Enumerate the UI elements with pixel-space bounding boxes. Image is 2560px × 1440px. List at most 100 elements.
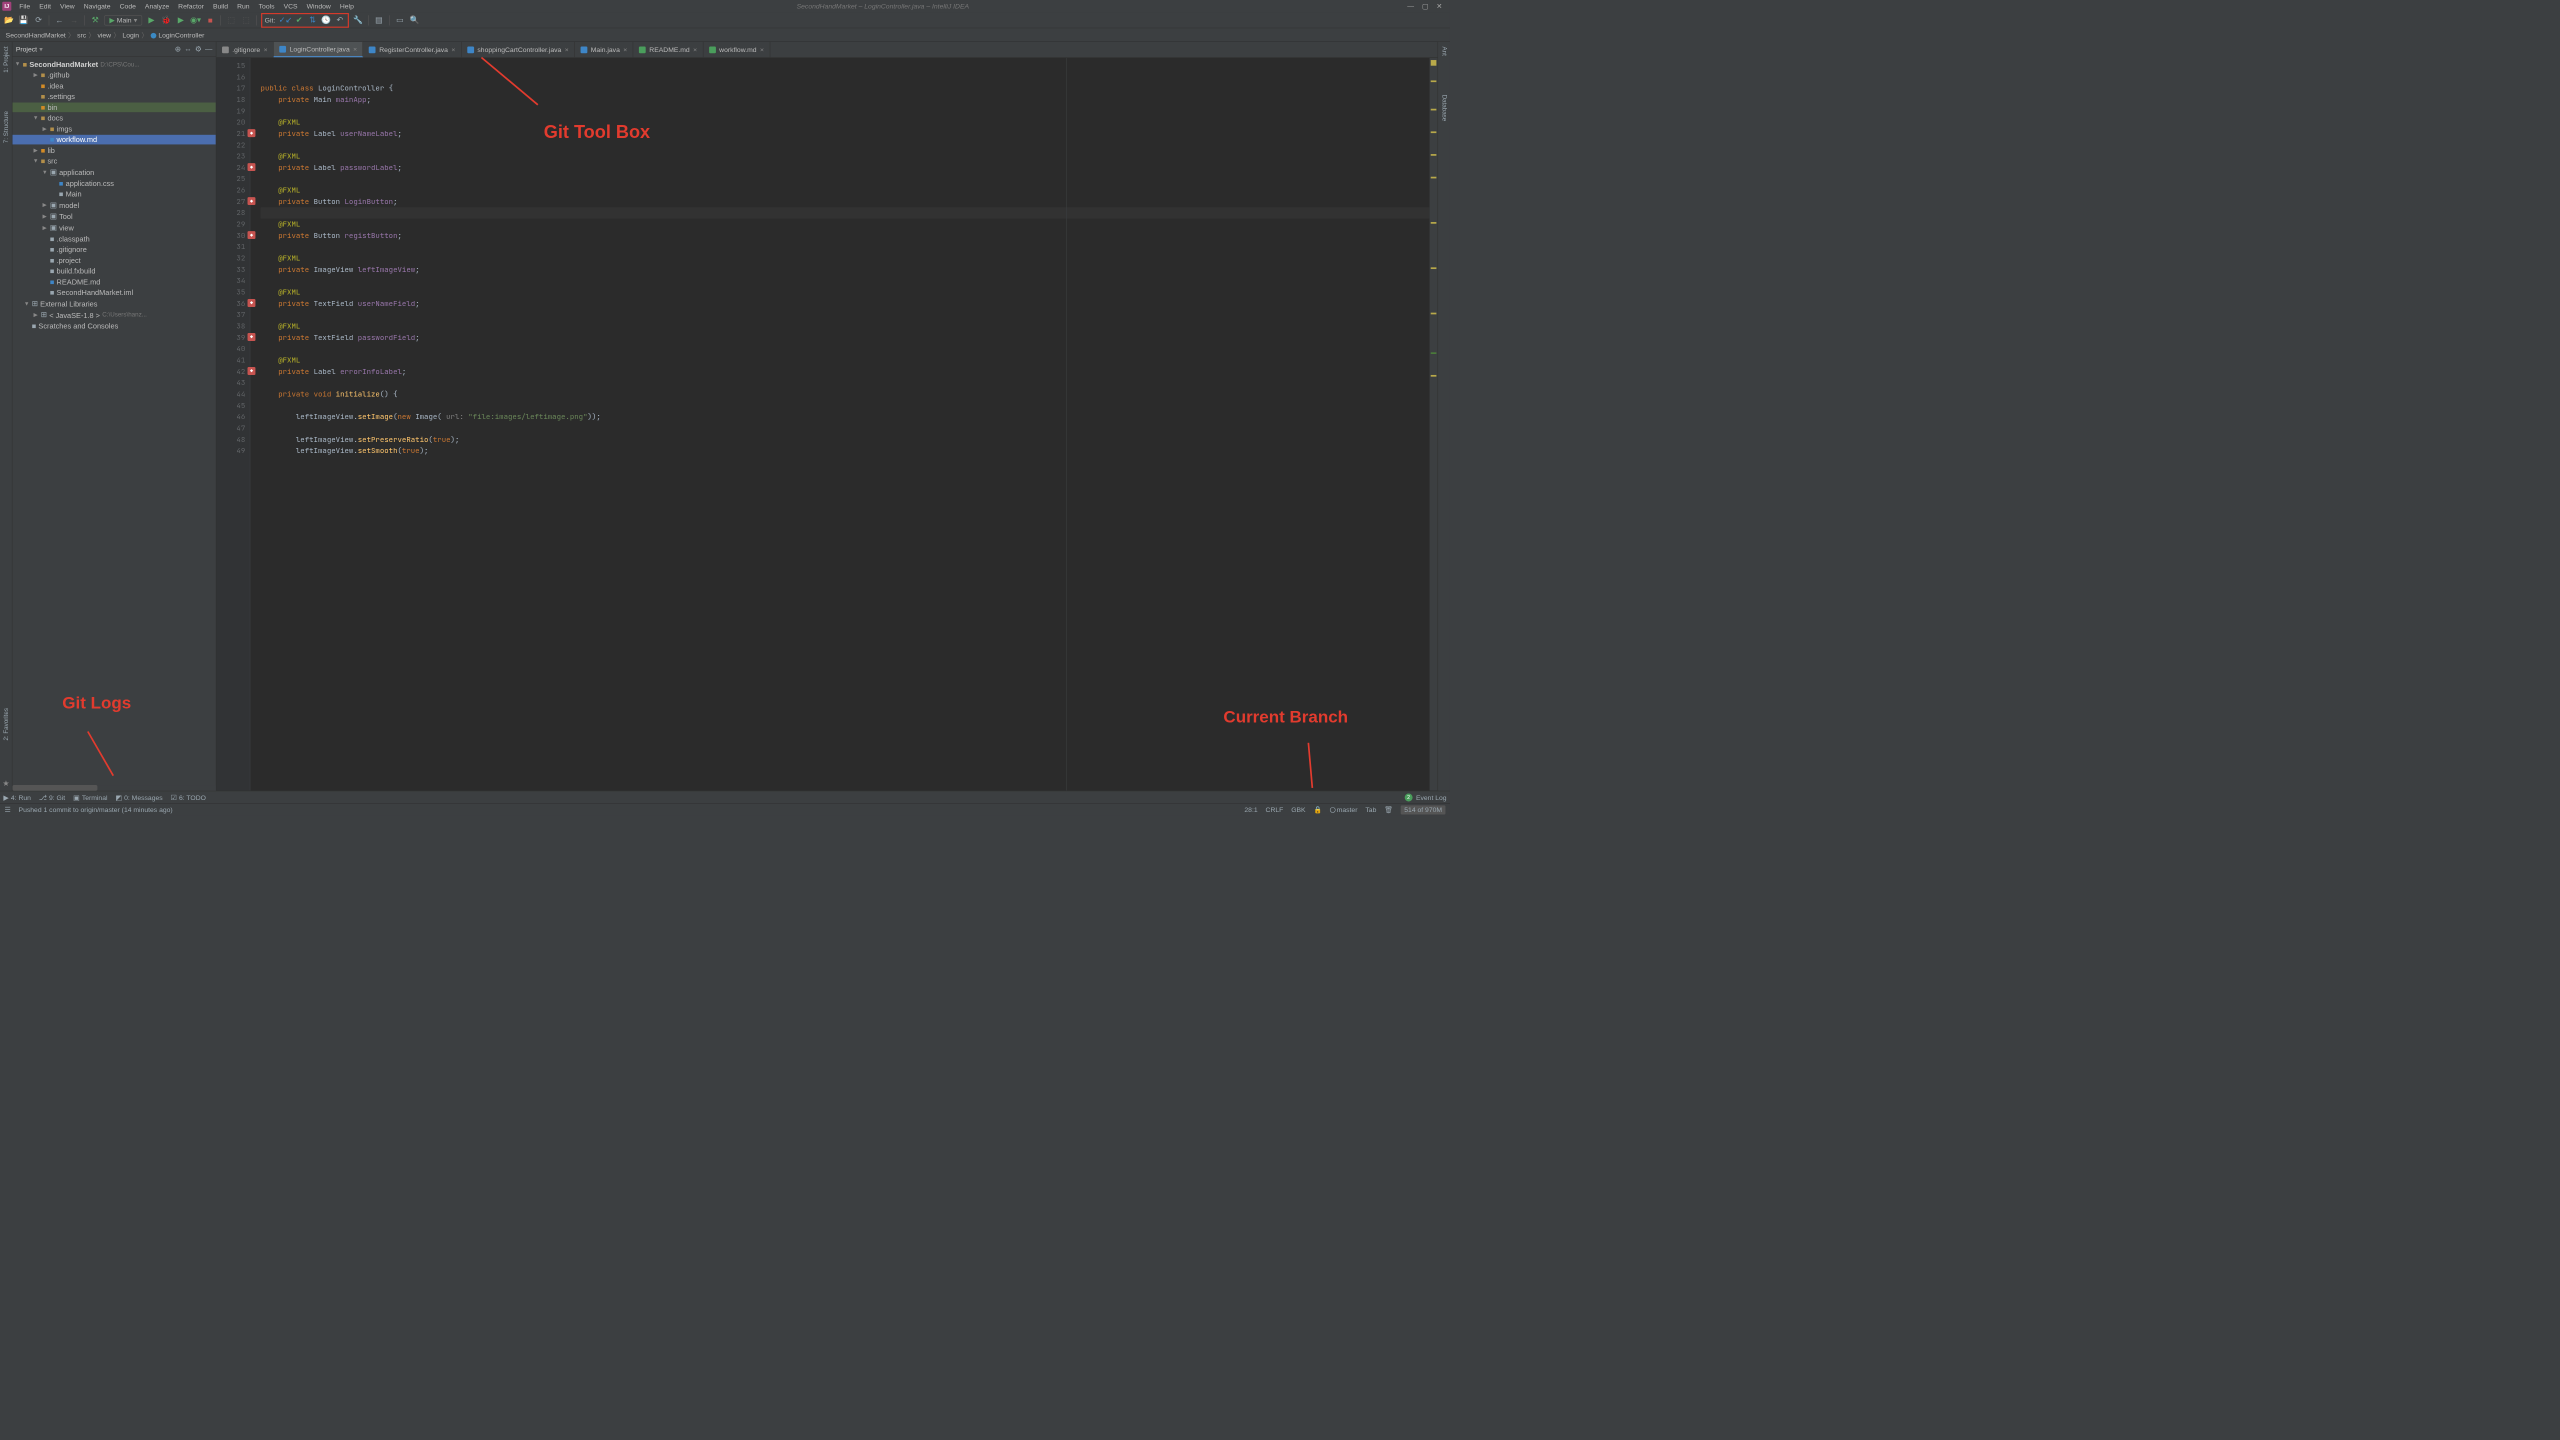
tree-item[interactable]: ▼▣application <box>12 167 215 177</box>
tree-item[interactable]: ■.classpath <box>12 234 215 244</box>
tree-item[interactable]: ■.idea <box>12 81 215 91</box>
tree-item[interactable]: ▶▣model <box>12 200 215 210</box>
close-icon[interactable]: × <box>353 45 357 53</box>
favorites-star-icon[interactable]: ★ <box>2 777 9 791</box>
back-icon[interactable]: ← <box>54 14 65 25</box>
menu-file[interactable]: File <box>15 1 35 11</box>
status-branch[interactable]: master <box>1330 806 1358 814</box>
crumb-4[interactable]: LoginController <box>148 31 207 39</box>
crumb-3[interactable]: Login <box>120 31 141 39</box>
editor-tab[interactable]: LoginController.java× <box>274 42 364 57</box>
menu-navigate[interactable]: Navigate <box>79 1 115 11</box>
layout-icon[interactable]: ▭ <box>394 14 405 25</box>
menu-help[interactable]: Help <box>335 1 358 11</box>
menu-code[interactable]: Code <box>115 1 140 11</box>
tree-item[interactable]: ■SecondHandMarket.iml <box>12 288 215 298</box>
tree-item[interactable]: ▶▣view <box>12 223 215 233</box>
editor-tab[interactable]: Main.java× <box>575 42 634 57</box>
stripe-ant[interactable]: Ant <box>1441 44 1448 58</box>
profile-icon[interactable]: ◉▾ <box>190 14 201 25</box>
t2-icon[interactable]: ⬚ <box>240 14 251 25</box>
editor-tab[interactable]: shoppingCartController.java× <box>462 42 575 57</box>
tree-item[interactable]: ▼■src <box>12 156 215 166</box>
btab-git[interactable]: ⎇ 9: Git <box>39 793 65 801</box>
close-icon[interactable]: × <box>565 46 569 54</box>
editor-tab[interactable]: RegisterController.java× <box>363 42 461 57</box>
minimize-button[interactable]: — <box>1407 2 1414 10</box>
git-compare-icon[interactable]: ⇅ <box>307 14 318 25</box>
git-history-icon[interactable]: 🕓 <box>321 14 332 25</box>
status-trash-icon[interactable]: 🗑 <box>1384 806 1393 814</box>
tree-item[interactable]: ■build.fxbuild <box>12 266 215 276</box>
menu-build[interactable]: Build <box>208 1 232 11</box>
editor-markers[interactable] <box>1430 58 1438 791</box>
btab-run[interactable]: ▶ 4: Run <box>3 793 31 801</box>
tree-item[interactable]: ■README.md <box>12 277 215 287</box>
crumb-0[interactable]: SecondHandMarket <box>3 31 68 39</box>
close-icon[interactable]: × <box>693 46 697 54</box>
hide-icon[interactable]: — <box>205 45 212 53</box>
maximize-button[interactable]: ▢ <box>1422 2 1428 10</box>
btab-terminal[interactable]: ▣ Terminal <box>73 793 107 801</box>
tree-item[interactable]: ■bin <box>12 103 215 113</box>
structure-icon[interactable]: ▤ <box>373 14 384 25</box>
btab-todo[interactable]: ☑ 6: TODO <box>171 793 206 801</box>
save-icon[interactable]: 💾 <box>18 14 29 25</box>
tree-item[interactable]: ■Main <box>12 189 215 199</box>
tree-item[interactable]: ■.gitignore <box>12 245 215 255</box>
status-memory[interactable]: 514 of 970M <box>1401 805 1446 814</box>
close-icon[interactable]: × <box>264 46 268 54</box>
status-lineend[interactable]: CRLF <box>1266 806 1284 814</box>
tree-item[interactable]: ▶▣Tool <box>12 211 215 221</box>
editor-tab[interactable]: workflow.md× <box>703 42 770 57</box>
tree-item[interactable]: ▼⊞External Libraries <box>12 298 215 308</box>
menu-refactor[interactable]: Refactor <box>174 1 209 11</box>
tree-item[interactable]: ■.settings <box>12 92 215 102</box>
btab-eventlog[interactable]: 2Event Log <box>1405 793 1447 801</box>
crumb-2[interactable]: view <box>95 31 113 39</box>
menu-edit[interactable]: Edit <box>35 1 56 11</box>
tree-item[interactable]: ■application.css <box>12 178 215 188</box>
tree-scrollbar[interactable] <box>12 785 215 791</box>
git-rollback-icon[interactable]: ↶ <box>334 14 345 25</box>
tree-item[interactable]: ▶■lib <box>12 146 215 156</box>
status-readonly-icon[interactable]: 🔒 <box>1314 806 1322 814</box>
editor-gutter[interactable]: 15161718192021◆222324◆252627◆282930◆3132… <box>216 58 250 791</box>
git-commit-icon[interactable]: ✔ <box>293 14 304 25</box>
status-caret[interactable]: 28:1 <box>1244 806 1257 814</box>
stripe-favorites[interactable]: 2: Favorites <box>3 705 10 742</box>
gear-icon[interactable]: ⚙ <box>195 44 202 53</box>
close-button[interactable]: ✕ <box>1436 2 1442 10</box>
close-icon[interactable]: × <box>451 46 455 54</box>
status-encoding[interactable]: GBK <box>1291 806 1305 814</box>
tree-item[interactable]: ■Scratches and Consoles <box>12 321 215 331</box>
menu-tools[interactable]: Tools <box>254 1 279 11</box>
stripe-database[interactable]: Database <box>1441 92 1448 123</box>
tree-item[interactable]: ▼■docs <box>12 113 215 123</box>
editor-code[interactable]: public class LoginController { private M… <box>250 58 1429 791</box>
tree-item[interactable]: ▶■.github <box>12 70 215 80</box>
editor-tab[interactable]: .gitignore× <box>216 42 273 57</box>
status-tab[interactable]: Tab <box>1365 806 1376 814</box>
tree-item[interactable]: ▶⊞< JavaSE-1.8 > C:\Users\hanz... <box>12 310 215 320</box>
settings-icon[interactable]: 🔧 <box>352 14 363 25</box>
run-icon[interactable]: ▶ <box>146 14 157 25</box>
build-icon[interactable]: ⚒ <box>89 14 100 25</box>
menu-view[interactable]: View <box>56 1 80 11</box>
stripe-structure[interactable]: 7: Structure <box>3 109 10 146</box>
tree-root[interactable]: ▼ ■ SecondHandMarket D:\CPS\Cou... <box>12 59 215 69</box>
menu-window[interactable]: Window <box>302 1 335 11</box>
collapse-icon[interactable]: ⇔ <box>184 45 191 53</box>
sync-icon[interactable]: ⟳ <box>33 14 44 25</box>
menu-analyze[interactable]: Analyze <box>140 1 173 11</box>
close-icon[interactable]: × <box>760 46 764 54</box>
tree-item[interactable]: ■.project <box>12 255 215 265</box>
menu-run[interactable]: Run <box>233 1 255 11</box>
tree-item[interactable]: ■workflow.md <box>12 135 215 145</box>
run-config-selector[interactable]: ▶Main▾ <box>104 15 142 25</box>
project-panel-title[interactable]: Project <box>16 45 37 53</box>
menu-vcs[interactable]: VCS <box>279 1 302 11</box>
t1-icon[interactable]: ⬚ <box>226 14 237 25</box>
search-icon[interactable]: 🔍 <box>409 14 420 25</box>
debug-icon[interactable]: 🐞 <box>160 14 171 25</box>
